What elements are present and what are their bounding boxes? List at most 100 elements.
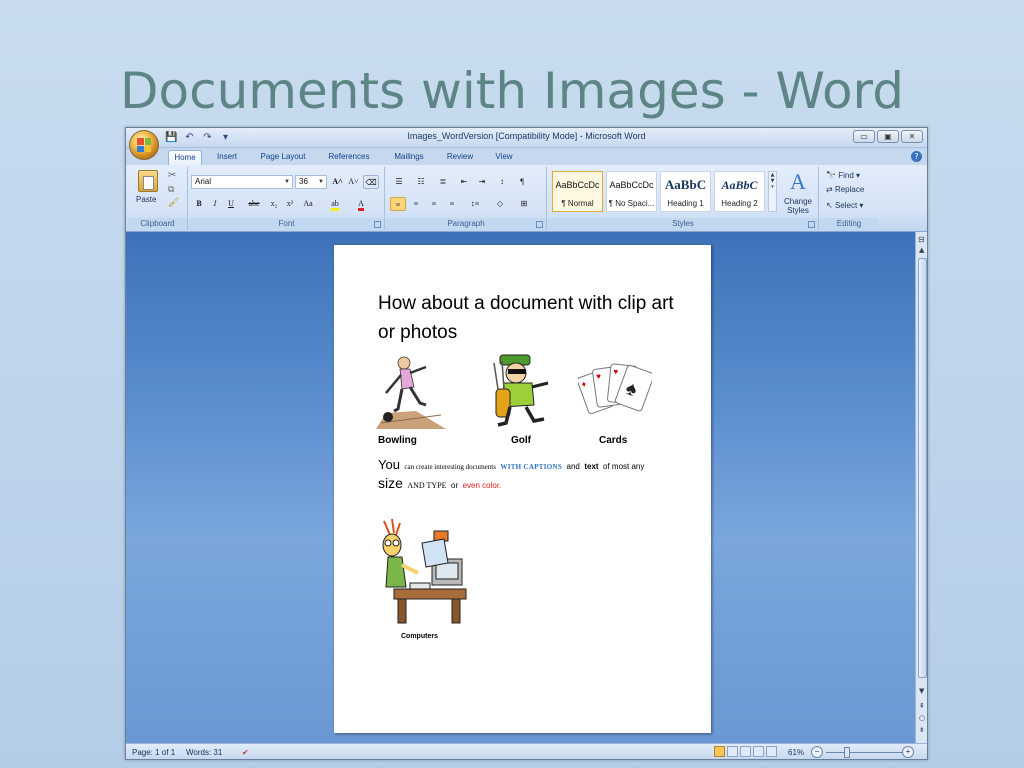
style-no-spacing[interactable]: AaBbCcDc ¶ No Spaci... (606, 171, 657, 212)
multilevel-list-icon[interactable]: ≣ (434, 175, 452, 189)
ruler-toggle-icon[interactable]: ⊟ (918, 235, 925, 244)
style-no-spacing-sample: AaBbCcDc (609, 180, 654, 190)
scroll-down-icon[interactable]: ▼ (919, 687, 924, 695)
paste-icon[interactable] (138, 170, 158, 192)
style-normal[interactable]: AaBbCcDc ¶ Normal (552, 171, 603, 212)
full-screen-reading-icon[interactable] (727, 746, 738, 757)
ribbon-tabs: Home Insert Page Layout References Maili… (126, 148, 927, 165)
vertical-scrollbar[interactable]: ⊟ ▲ ▼ ⇞ ○ ⇟ (915, 232, 927, 743)
tab-home[interactable]: Home (168, 150, 202, 165)
replace-icon: ⇄ (826, 185, 833, 194)
proofing-icon[interactable]: ✔ (242, 748, 249, 757)
zoom-level[interactable]: 61% (788, 748, 804, 757)
office-button[interactable] (129, 130, 159, 160)
zoom-out-icon[interactable]: − (811, 746, 823, 758)
copy-icon[interactable]: ⧉ (168, 184, 174, 195)
justify-icon[interactable]: ≡ (444, 197, 460, 211)
subscript-button[interactable]: x₂ (267, 197, 281, 211)
save-icon[interactable]: 💾 (164, 131, 179, 145)
show-formatting-icon[interactable]: ¶ (514, 175, 530, 189)
sort-icon[interactable]: ↕ (494, 175, 510, 189)
zoom-slider-track[interactable] (826, 752, 904, 753)
text-you: You (378, 457, 400, 472)
format-painter-icon[interactable]: 🖌 (168, 197, 179, 208)
tab-page-layout[interactable]: Page Layout (252, 150, 314, 165)
undo-icon[interactable]: ↶ (182, 131, 197, 145)
grow-font-icon[interactable]: A˄ (330, 175, 345, 189)
underline-button[interactable]: U (225, 197, 237, 211)
zoom-slider-thumb[interactable] (844, 747, 850, 758)
close-button[interactable]: ✕ (901, 130, 923, 143)
scroll-up-icon[interactable]: ▲ (919, 246, 924, 254)
select-button[interactable]: ↖ Select ▾ (826, 201, 863, 210)
word-count[interactable]: Words: 31 (186, 748, 222, 757)
clipboard-group-label: Clipboard (128, 218, 187, 230)
view-buttons (714, 746, 778, 759)
clipboard-group: Paste ✂ ⧉ 🖌 Clipboard (128, 167, 188, 230)
borders-icon[interactable]: ⊞ (514, 197, 534, 211)
change-styles-button[interactable]: Change Styles (780, 197, 816, 215)
align-left-icon[interactable]: ≡ (390, 197, 406, 211)
tab-references[interactable]: References (322, 150, 376, 165)
replace-button[interactable]: ⇄ Replace (826, 185, 864, 194)
highlight-icon[interactable]: ab (325, 197, 345, 211)
change-styles-icon[interactable]: A (784, 169, 812, 195)
align-right-icon[interactable]: ≡ (426, 197, 442, 211)
italic-button[interactable]: I (209, 197, 221, 211)
web-layout-icon[interactable] (740, 746, 751, 757)
help-icon[interactable]: ? (911, 151, 922, 162)
next-page-icon[interactable]: ⇟ (919, 726, 925, 734)
font-size-field[interactable]: 36 ▼ (295, 175, 327, 189)
text-size: size (378, 475, 403, 491)
superscript-button[interactable]: x² (283, 197, 297, 211)
outline-icon[interactable] (753, 746, 764, 757)
redo-icon[interactable]: ↷ (200, 131, 215, 145)
font-group: Arial ▼ 36 ▼ A˄ A˅ ⌫ B I U abe x₂ x² Aa ab… (189, 167, 385, 230)
browse-object-icon[interactable]: ○ (919, 714, 925, 722)
font-name-field[interactable]: Arial ▼ (191, 175, 293, 189)
draft-icon[interactable] (766, 746, 777, 757)
align-center-icon[interactable]: ≡ (408, 197, 424, 211)
strikethrough-button[interactable]: abe (245, 197, 263, 211)
font-color-icon[interactable]: A (351, 197, 371, 211)
increase-indent-icon[interactable]: ⇥ (474, 175, 490, 189)
document-page[interactable]: How about a document with clip art or ph… (334, 245, 711, 733)
scrollbar-thumb[interactable] (918, 258, 927, 678)
customize-icon[interactable]: ▾ (218, 131, 233, 145)
restore-button[interactable]: ▣ (877, 130, 899, 143)
caption-bowling: Bowling (378, 435, 417, 446)
minimize-button[interactable]: ▭ (853, 130, 875, 143)
numbering-icon[interactable]: ☷ (412, 175, 430, 189)
document-heading: How about a document with clip art or ph… (378, 293, 674, 343)
print-layout-icon[interactable] (714, 746, 725, 757)
tab-insert[interactable]: Insert (210, 150, 244, 165)
styles-scroll[interactable]: ▲ ▼ ▾ (768, 171, 777, 212)
text-text: text (584, 462, 599, 471)
tab-view[interactable]: View (488, 150, 520, 165)
find-button[interactable]: 🔭 Find ▾ (826, 171, 860, 180)
decrease-indent-icon[interactable]: ⇤ (456, 175, 472, 189)
change-case-button[interactable]: Aa (299, 197, 317, 211)
tab-review[interactable]: Review (440, 150, 480, 165)
previous-page-icon[interactable]: ⇞ (919, 702, 925, 710)
paste-button[interactable]: Paste (136, 195, 156, 204)
select-label: Select (834, 201, 858, 210)
style-heading-1[interactable]: AaBbC Heading 1 (660, 171, 711, 212)
cut-icon[interactable]: ✂ (168, 170, 176, 181)
bold-button[interactable]: B (193, 197, 205, 211)
shrink-font-icon[interactable]: A˅ (346, 175, 361, 189)
clear-formatting-icon[interactable]: ⌫ (363, 175, 379, 189)
style-heading-2[interactable]: AaBbC Heading 2 (714, 171, 765, 212)
line-spacing-icon[interactable]: ↕≡ (466, 197, 484, 211)
style-normal-name: ¶ Normal (561, 199, 594, 208)
page-count[interactable]: Page: 1 of 1 (132, 748, 175, 757)
zoom-in-icon[interactable]: + (902, 746, 914, 758)
style-no-spacing-name: ¶ No Spaci... (608, 199, 655, 208)
slide-title: Documents with Images - Word (120, 62, 904, 120)
tab-mailings[interactable]: Mailings (384, 150, 434, 165)
font-dialog-launcher-icon[interactable] (374, 221, 381, 228)
bullets-icon[interactable]: ☰ (390, 175, 408, 189)
styles-dialog-launcher-icon[interactable] (808, 221, 815, 228)
shading-icon[interactable]: ◇ (490, 197, 510, 211)
paragraph-dialog-launcher-icon[interactable] (536, 221, 543, 228)
